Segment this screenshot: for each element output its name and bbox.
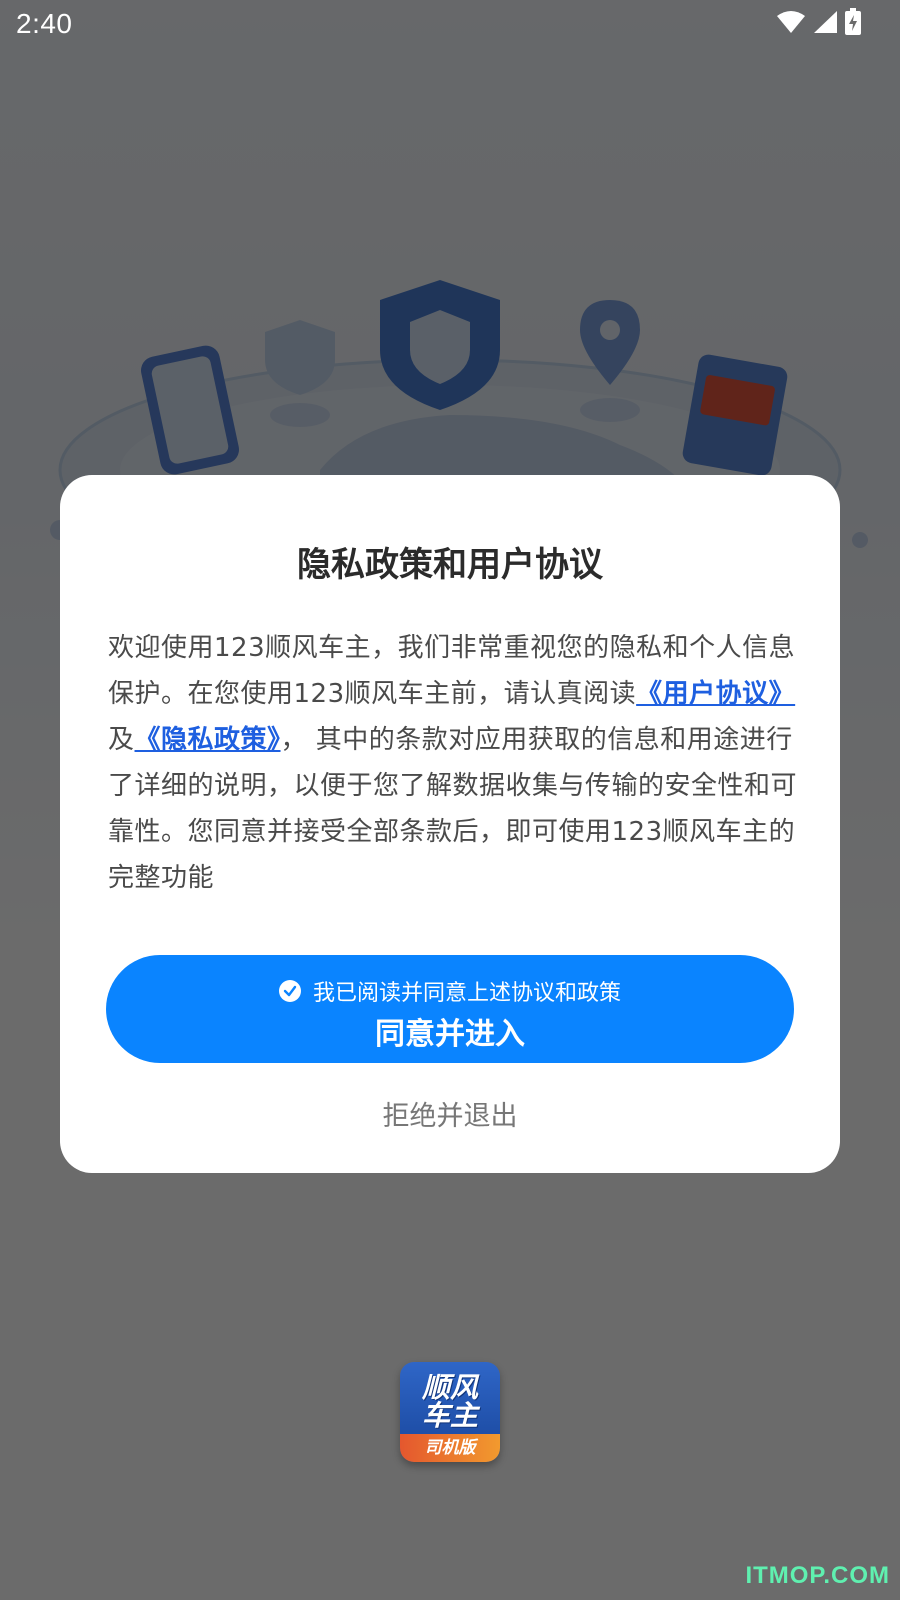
logo-strip: 司机版 bbox=[400, 1434, 500, 1462]
privacy-policy-link[interactable]: 《隐私政策》 bbox=[135, 725, 281, 755]
logo-text-line1: 顺风 bbox=[421, 1371, 478, 1404]
wifi-icon bbox=[776, 10, 806, 38]
status-time: 2:40 bbox=[16, 8, 73, 39]
dialog-title: 隐私政策和用户协议 bbox=[297, 545, 603, 585]
signal-icon bbox=[812, 10, 838, 38]
conjunction-text: 及 bbox=[108, 725, 135, 755]
status-bar: 2:40 bbox=[0, 0, 900, 50]
agree-checkbox-row[interactable]: 我已阅读并同意上述协议和政策 bbox=[106, 975, 794, 1007]
logo-text-line2: 车主 bbox=[421, 1399, 478, 1432]
battery-charging-icon bbox=[844, 8, 862, 40]
app-logo: 顺风 车主 司机版 bbox=[400, 1362, 500, 1462]
privacy-dialog: 隐私政策和用户协议 欢迎使用123顺风车主，我们非常重视您的隐私和个人信息保护。… bbox=[60, 475, 840, 1173]
status-icons bbox=[776, 8, 862, 40]
dialog-body: 欢迎使用123顺风车主，我们非常重视您的隐私和个人信息保护。在您使用123顺风车… bbox=[108, 625, 798, 901]
check-circle-icon[interactable] bbox=[278, 980, 301, 1002]
user-agreement-link[interactable]: 《用户协议》 bbox=[636, 679, 795, 709]
agree-enter-button[interactable]: 我已阅读并同意上述协议和政策 同意并进入 bbox=[106, 955, 794, 1063]
app-screen: 2:40 隐私政策和用户协议 欢迎使用123顺风车主，我们非常重视您的隐私和个人… bbox=[0, 0, 900, 1600]
agree-checkbox-label: 我已阅读并同意上述协议和政策 bbox=[312, 981, 621, 1006]
reject-exit-button[interactable]: 拒绝并退出 bbox=[300, 1095, 600, 1139]
watermark: ITMOP.COM bbox=[745, 1562, 890, 1589]
agree-button-label: 同意并进入 bbox=[375, 1017, 525, 1052]
